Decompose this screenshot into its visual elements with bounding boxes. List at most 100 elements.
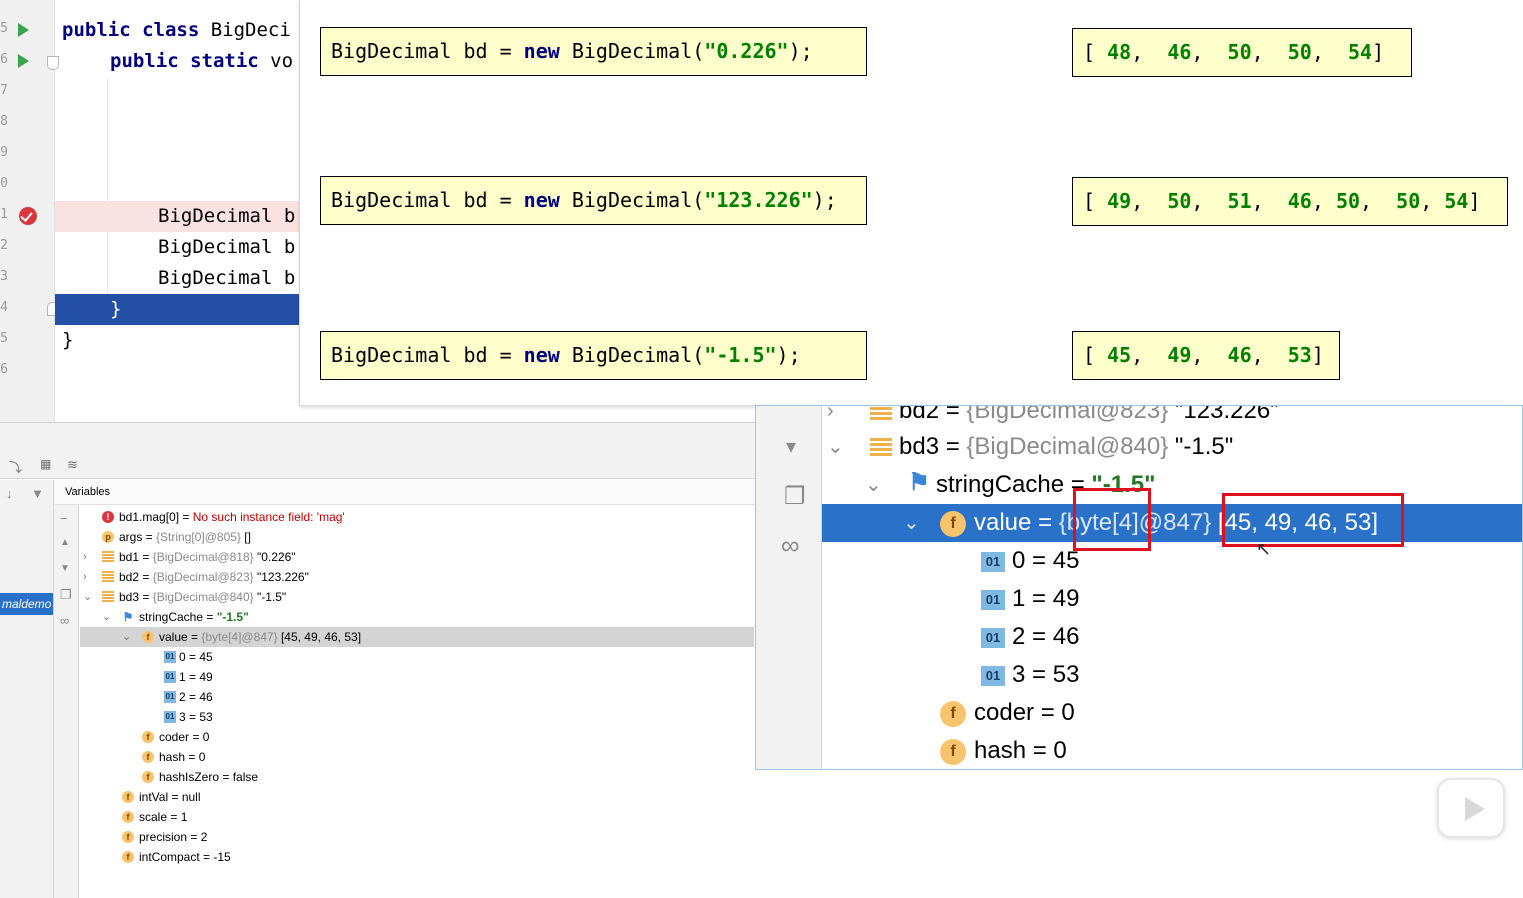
field-icon: f xyxy=(142,771,154,783)
line-number: 0 xyxy=(0,176,8,191)
array-element-icon: 01 xyxy=(164,691,176,703)
array-element-icon: 01 xyxy=(981,628,1005,648)
bytes-box: [ 49, 50, 51, 46, 50, 50, 54] xyxy=(1072,177,1508,226)
down-icon[interactable]: ▼ xyxy=(60,563,70,574)
debug-toolbar: ⤵ ▦ ≋ xyxy=(0,423,760,479)
line-number: 2 xyxy=(0,238,8,253)
bytes-box: [ 45, 49, 46, 53] xyxy=(1072,331,1340,380)
variable-row[interactable]: ⌄ bd3 = {BigDecimal@840} "-1.5" xyxy=(80,587,754,607)
variable-row[interactable]: f hashIsZero = false xyxy=(80,767,754,787)
variable-row[interactable]: 01 3 = 53 xyxy=(80,707,754,727)
line-number: 4 xyxy=(0,300,8,315)
collapse-arrow-icon[interactable]: ⌄ xyxy=(122,627,131,647)
variable-row[interactable]: › bd2 = {BigDecimal@823} "123.226" xyxy=(80,567,754,587)
filter-icon[interactable]: ▼ xyxy=(31,486,44,501)
variable-row[interactable]: 01 1 = 49 xyxy=(822,580,1522,618)
field-icon: f xyxy=(142,631,154,643)
down-arrow-icon[interactable]: ↓ xyxy=(6,486,13,501)
collapse-arrow-icon[interactable]: ⌄ xyxy=(102,607,111,627)
highlight-box-values xyxy=(1222,493,1404,547)
line-number: 1 xyxy=(0,207,8,222)
array-element-icon: 01 xyxy=(164,651,176,663)
run-main-icon[interactable] xyxy=(18,54,29,68)
code-line[interactable]: BigDecimal b xyxy=(55,263,300,294)
variable-row[interactable]: ⌄ ⚑ stringCache = "-1.5" xyxy=(822,466,1522,504)
code-editor: 5 6 7 8 9 0 1 2 3 4 5 6 public class Big… xyxy=(0,0,300,422)
field-icon: f xyxy=(122,791,134,803)
code-line[interactable]: BigDecimal b xyxy=(55,232,300,263)
minus-icon[interactable]: − xyxy=(60,511,68,526)
run-class-icon[interactable] xyxy=(18,23,29,37)
glasses-icon[interactable]: ∞ xyxy=(60,613,69,628)
variable-row[interactable]: ! bd1.mag[0] = No such instance field: '… xyxy=(80,507,754,527)
code-line-execution-point[interactable]: } xyxy=(55,294,300,325)
down-icon[interactable]: ▾ xyxy=(786,434,796,459)
code-line-breakpoint[interactable]: BigDecimal b xyxy=(55,201,300,232)
copy-icon[interactable]: ❐ xyxy=(60,587,72,603)
flag-icon: ⚑ xyxy=(122,610,134,624)
line-number: 6 xyxy=(0,52,8,67)
settings-icon[interactable]: ≋ xyxy=(67,457,78,473)
expand-arrow-icon[interactable]: › xyxy=(827,406,834,430)
code-line-close[interactable]: } xyxy=(55,325,300,356)
variable-row[interactable]: f intVal = null xyxy=(80,787,754,807)
variable-row[interactable]: f coder = 0 xyxy=(822,694,1522,732)
variable-row-selected[interactable]: ⌄ f value = {byte[4]@847} [45, 49, 46, 5… xyxy=(80,627,754,647)
up-icon[interactable]: ▲ xyxy=(60,537,70,548)
collapse-arrow-icon[interactable]: ⌄ xyxy=(83,587,92,607)
variable-row[interactable]: 01 1 = 49 xyxy=(80,667,754,687)
variable-row[interactable]: f scale = 1 xyxy=(80,807,754,827)
step-icon[interactable]: ⤵ xyxy=(9,457,22,476)
variable-row[interactable]: f precision = 2 xyxy=(80,827,754,847)
glasses-icon[interactable]: ∞ xyxy=(781,530,800,561)
code-line-class[interactable]: public class BigDeci xyxy=(55,15,300,46)
variable-row[interactable]: f coder = 0 xyxy=(80,727,754,747)
variable-row[interactable]: f hash = 0 xyxy=(80,747,754,767)
variable-row[interactable]: ⌄ bd3 = {BigDecimal@840} "-1.5" xyxy=(822,428,1522,466)
variable-row[interactable]: ⌄ ⚑ stringCache = "-1.5" xyxy=(80,607,754,627)
variable-row[interactable]: 01 2 = 46 xyxy=(80,687,754,707)
array-element-icon: 01 xyxy=(981,552,1005,572)
collapse-arrow-icon[interactable]: ⌄ xyxy=(827,428,844,466)
field-icon: f xyxy=(142,751,154,763)
variable-row[interactable]: p args = {String[0]@805} [] xyxy=(80,527,754,547)
variable-row[interactable]: 01 0 = 45 xyxy=(822,542,1522,580)
expand-arrow-icon[interactable]: › xyxy=(83,547,87,567)
parameter-icon: p xyxy=(102,531,114,543)
variable-row[interactable]: 01 2 = 46 xyxy=(822,618,1522,656)
variable-row[interactable]: f intCompact = -15 xyxy=(80,847,754,867)
variable-row[interactable]: 01 3 = 53 xyxy=(822,656,1522,694)
collapse-arrow-icon[interactable]: ⌄ xyxy=(865,466,882,504)
array-element-icon: 01 xyxy=(164,711,176,723)
variable-row[interactable]: › bd1 = {BigDecimal@818} "0.226" xyxy=(80,547,754,567)
code-line-main[interactable]: public static vo xyxy=(55,46,300,77)
array-element-icon: 01 xyxy=(981,590,1005,610)
line-number: 9 xyxy=(0,145,8,160)
frame-item[interactable]: maldemo xyxy=(0,593,53,615)
flag-icon: ⚑ xyxy=(908,469,930,496)
array-element-icon: 01 xyxy=(981,666,1005,686)
frames-strip: ↓ ▼ maldemo xyxy=(0,480,54,898)
object-icon xyxy=(102,591,114,603)
line-number: 7 xyxy=(0,83,8,98)
variable-row[interactable]: 01 0 = 45 xyxy=(80,647,754,667)
declaration-box: BigDecimal bd = new BigDecimal("-1.5"); xyxy=(320,331,867,380)
object-icon xyxy=(870,406,892,422)
variable-row[interactable]: f hash = 0 xyxy=(822,732,1522,769)
field-icon: f xyxy=(940,739,966,765)
variables-header: Variables xyxy=(55,480,755,505)
play-button[interactable] xyxy=(1437,778,1505,838)
field-icon: f xyxy=(122,831,134,843)
table-icon[interactable]: ▦ xyxy=(40,457,51,471)
field-icon: f xyxy=(940,701,966,727)
breakpoint-icon[interactable] xyxy=(19,207,37,225)
variable-row-selected[interactable]: ⌄ f value = {byte[4]@847} [45, 49, 46, 5… xyxy=(822,504,1522,542)
field-icon: f xyxy=(122,851,134,863)
collapse-arrow-icon[interactable]: ⌄ xyxy=(903,504,920,542)
object-icon xyxy=(102,571,114,583)
zoomed-variables-view: ▾ ❐ ∞ › bd2 = {BigDecimal@823} "123.226"… xyxy=(755,405,1523,770)
expand-arrow-icon[interactable]: › xyxy=(83,567,87,587)
copy-icon[interactable]: ❐ xyxy=(784,482,806,511)
variable-row[interactable]: › bd2 = {BigDecimal@823} "123.226" xyxy=(822,406,1522,430)
error-icon: ! xyxy=(102,511,114,523)
